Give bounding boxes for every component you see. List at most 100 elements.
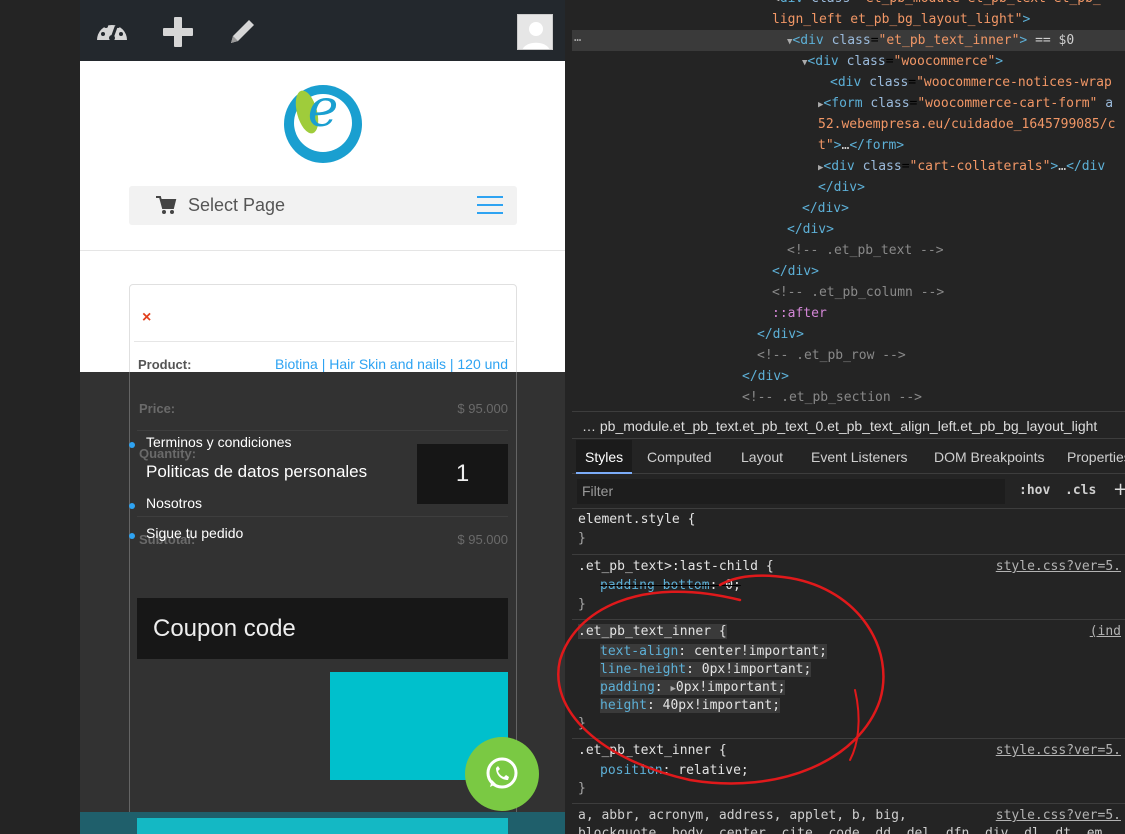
rule-selector: .et_pb_text_inner { [578, 624, 727, 639]
tab-computed[interactable]: Computed [638, 440, 721, 474]
footer-link-politicas[interactable]: Politicas de datos personales [146, 462, 367, 482]
update-cart-button[interactable] [137, 818, 508, 834]
price-value: $ 95.000 [457, 401, 508, 416]
footer-overlay: Price: $ 95.000 Quantity: 1 Subtotal: $ … [80, 372, 565, 834]
divider [137, 430, 508, 431]
bullet-icon [129, 442, 135, 448]
dom-node-line[interactable]: <!-- .et_pb_section --> [742, 387, 922, 408]
bullet-icon [129, 533, 135, 539]
tab-layout[interactable]: Layout [732, 440, 792, 474]
hov-toggle[interactable]: :hov [1019, 483, 1050, 498]
rule-source-link[interactable]: style.css?ver=5. [996, 743, 1121, 758]
dom-node-line[interactable]: <!-- .et_pb_column --> [772, 282, 944, 303]
site-logo[interactable]: e [284, 79, 362, 163]
breadcrumb[interactable]: … pb_module.et_pb_text.et_pb_text_0.et_p… [572, 411, 1125, 439]
divider [137, 516, 508, 517]
bullet-icon [129, 503, 135, 509]
rule-text-inner-important: .et_pb_text_inner { (ind text-align: cen… [572, 621, 1125, 739]
product-link[interactable]: Biotina | Hair Skin and nails | 120 und [275, 356, 508, 372]
rule-close: } [578, 531, 586, 546]
rule-source-link[interactable]: style.css?ver=5. [996, 808, 1121, 823]
divider [134, 341, 514, 342]
coupon-code-input[interactable]: Coupon code [137, 598, 508, 659]
rule-source-link[interactable]: (ind [1090, 624, 1121, 639]
filter-input[interactable]: Filter [577, 479, 1005, 504]
rule-property[interactable]: text-align: center!important; [600, 644, 827, 659]
filter-toolbar: Filter :hov .cls + [572, 475, 1125, 509]
property-value: 0; [725, 578, 741, 593]
cls-toggle[interactable]: .cls [1065, 483, 1096, 498]
rule-selector: a, abbr, acronym, address, applet, b, bi… [578, 808, 907, 823]
rule-close: } [578, 716, 586, 731]
dom-node-line[interactable]: ▶<form class="woocommerce-cart-form" a [818, 93, 1113, 114]
dom-node-line[interactable]: </div> [742, 366, 789, 387]
selected-dom-node[interactable]: ▼<div class="et_pb_text_inner"> == $0 [572, 30, 1125, 51]
rule-property[interactable]: line-height: 0px!important; [600, 662, 812, 677]
dom-node-line[interactable]: <div class="woocommerce-notices-wrap [830, 72, 1112, 93]
rule-reset: a, abbr, acronym, address, applet, b, bi… [572, 805, 1125, 834]
devtools-panel: <div class="et_pb_module et_pb_text et_p… [572, 0, 1125, 834]
website-preview: e Select Page × Product: Biotina | Hair … [80, 0, 565, 834]
dom-node-line[interactable]: </div> [802, 198, 849, 219]
dom-node-line[interactable]: </div> [818, 177, 865, 198]
rule-property[interactable]: padding: ▶0px!important; [600, 680, 786, 695]
breadcrumb-text: … pb_module.et_pb_text.et_pb_text_0.et_p… [582, 418, 1098, 434]
whatsapp-icon [486, 757, 518, 789]
dom-node-line[interactable]: </div> [772, 261, 819, 282]
rule-close: } [578, 597, 586, 612]
tab-dom-breakpoints[interactable]: DOM Breakpoints [925, 440, 1053, 474]
cart-icon [156, 196, 177, 214]
product-label: Product: [138, 357, 192, 372]
tab-styles[interactable]: Styles [576, 440, 633, 474]
select-page-menu[interactable]: Select Page [129, 186, 517, 225]
rule-selector-continued: blockquote, body, center, cite, code, dd… [578, 826, 1111, 834]
rule-property[interactable]: height: 40px!important; [600, 698, 781, 713]
dom-node-line[interactable]: <div class="et_pb_module et_pb_text et_p… [772, 0, 1101, 9]
select-page-label: Select Page [188, 195, 286, 215]
site-header: e Select Page [80, 61, 565, 251]
footer-link-sigue-pedido[interactable]: Sigue tu pedido [146, 525, 243, 541]
footer-link-nosotros[interactable]: Nosotros [146, 495, 202, 511]
dom-node-line[interactable]: </div> [757, 324, 804, 345]
dom-node-line[interactable]: ::after [772, 303, 827, 324]
rule-selector: .et_pb_text>:last-child { [578, 559, 774, 574]
tab-properties[interactable]: Properties [1058, 440, 1125, 474]
footer-link-terminos[interactable]: Terminos y condiciones [146, 434, 292, 450]
rule-source-link[interactable]: style.css?ver=5. [996, 559, 1121, 574]
tab-event-listeners[interactable]: Event Listeners [802, 440, 917, 474]
rule-element-style: element.style { } [572, 509, 1125, 555]
dom-node-line[interactable]: <!-- .et_pb_text --> [787, 240, 944, 261]
screen: e Select Page × Product: Biotina | Hair … [0, 0, 1125, 834]
rule-text-inner-position: .et_pb_text_inner { style.css?ver=5. pos… [572, 740, 1125, 804]
whatsapp-button[interactable] [465, 737, 539, 811]
dom-node-line[interactable]: 52.webempresa.eu/cuidadoe_1645799085/c [818, 114, 1115, 135]
rule-selector: .et_pb_text_inner { [578, 743, 727, 758]
add-new-plus-icon[interactable] [160, 14, 196, 50]
styles-tabs: Styles Computed Layout Event Listeners D… [572, 440, 1125, 474]
dom-node-line[interactable]: ▼<div class="woocommerce"> [802, 51, 1003, 72]
dashboard-gauge-icon[interactable] [94, 14, 130, 50]
logo-letter: e [307, 79, 339, 139]
price-label: Price: [139, 401, 176, 416]
edit-pencil-icon[interactable] [224, 14, 260, 50]
dom-node-line[interactable]: lign_left et_pb_bg_layout_light"> [772, 9, 1030, 30]
user-silhouette-icon [522, 22, 550, 49]
dom-node-line[interactable]: ▶<div class="cart-collaterals">…</div [818, 156, 1105, 177]
remove-item-button[interactable]: × [142, 309, 151, 327]
dom-node-line[interactable]: t">…</form> [818, 135, 904, 156]
property-name: padding-bottom [600, 578, 710, 593]
dom-node-line[interactable]: </div> [787, 219, 834, 240]
rule-close: } [578, 781, 586, 796]
hamburger-menu-icon[interactable] [477, 196, 503, 216]
quantity-input[interactable]: 1 [417, 444, 508, 504]
rule-property[interactable]: position: relative; [600, 763, 749, 778]
rule-property[interactable]: padding-bottom: 0; [600, 578, 741, 593]
dom-node-line[interactable]: <!-- .et_pb_row --> [757, 345, 906, 366]
rule-selector: element.style { [578, 512, 696, 527]
new-rule-plus-icon[interactable]: + [1113, 479, 1125, 500]
admin-bar [80, 0, 565, 61]
more-options-icon[interactable]: … [574, 30, 581, 44]
subtotal-value: $ 95.000 [457, 532, 508, 547]
rule-last-child: .et_pb_text>:last-child { style.css?ver=… [572, 556, 1125, 620]
user-avatar[interactable] [517, 14, 553, 50]
